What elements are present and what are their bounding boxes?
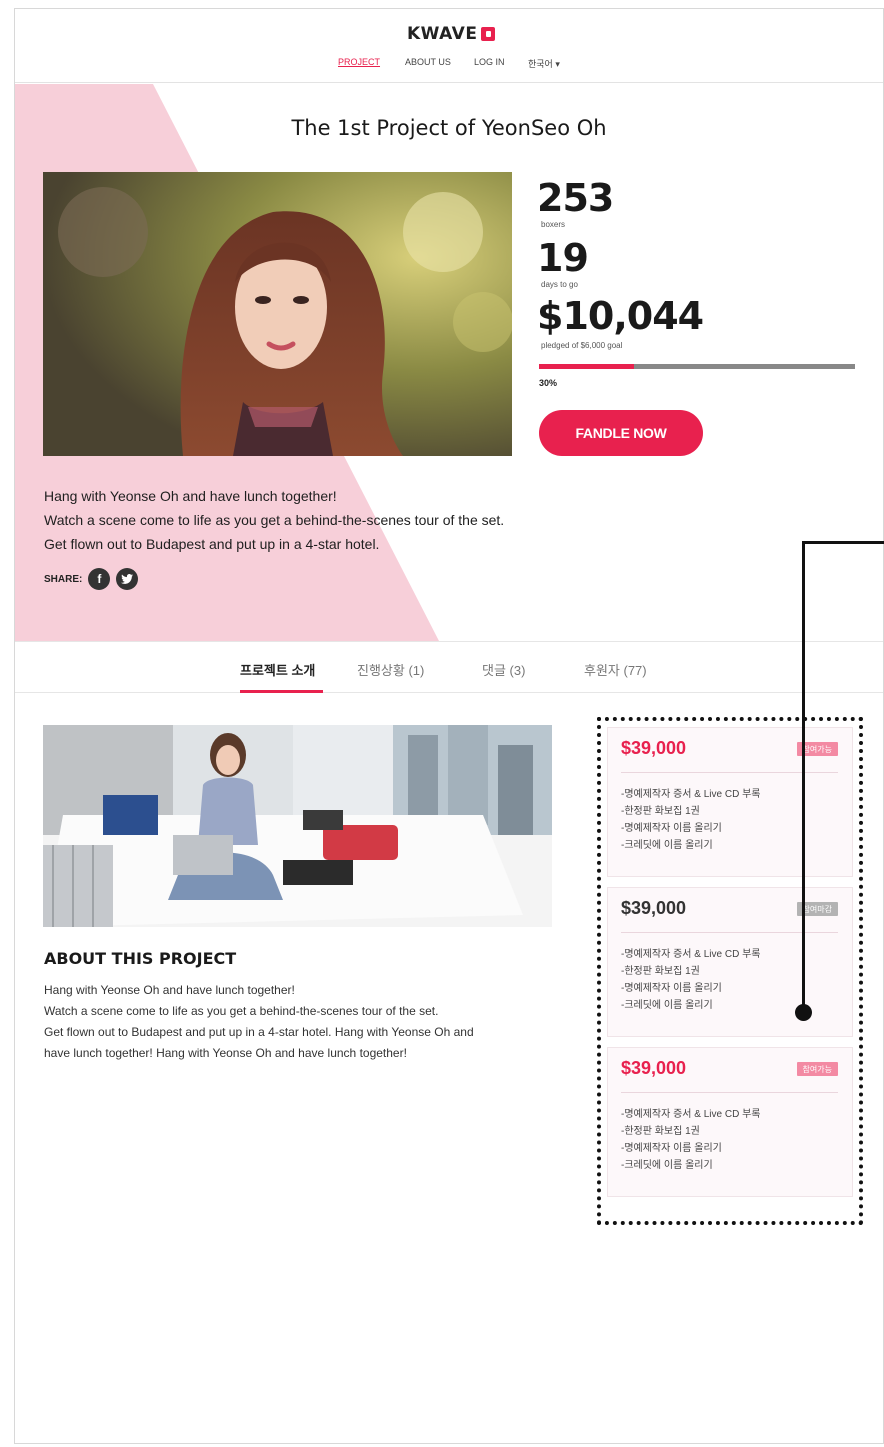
backers-label: boxers [541,220,566,229]
tab-backers[interactable]: 후원자 (77) [584,660,647,679]
share-bar: SHARE: f [44,568,139,590]
kwave-logo[interactable]: KWAVE [407,23,496,45]
twitter-icon[interactable] [116,568,139,590]
portrait-photo-illustration [43,172,512,456]
pledged-goal-label: pledged of $6,000 goal [541,341,623,350]
reward-card[interactable]: $39,000 참여가능 -명예제작자 증서 & Live CD 부록 -한정판… [607,727,853,877]
reward-item: -크레딧에 이름 올리기 [621,1160,713,1171]
nav-about-us[interactable]: ABOUT US [405,57,451,67]
backers-count: 253 [537,176,614,220]
reward-divider [621,932,838,933]
about-text-line: Get flown out to Budapest and put up in … [44,1025,474,1039]
main-nav: PROJECT ABOUT US LOG IN 한국어 ▾ [15,57,883,71]
about-project-text: Hang with Yeonse Oh and have lunch toget… [44,980,564,1064]
reward-items: -명예제작자 증서 & Live CD 부록 -한정판 화보집 1권 -명예제작… [621,786,760,854]
reward-card[interactable]: $39,000 참여마감 -명예제작자 증서 & Live CD 부록 -한정판… [607,887,853,1037]
nav-project[interactable]: PROJECT [338,57,380,67]
project-content-photo [43,725,552,927]
pledged-amount: $10,044 [537,294,704,338]
reward-price: $39,000 [621,898,687,918]
reward-item: -명예제작자 이름 올리기 [621,1143,722,1154]
reward-item: -명예제작자 이름 올리기 [621,823,722,834]
hotel-room-photo-illustration [43,725,552,927]
logo-text: KWAVE [407,24,478,44]
site-header: KWAVE PROJECT ABOUT US LOG IN 한국어 ▾ [15,9,883,83]
reward-item: -한정판 화보집 1권 [621,966,700,977]
project-hero-photo [43,172,512,456]
reward-items: -명예제작자 증서 & Live CD 부록 -한정판 화보집 1권 -명예제작… [621,1106,760,1174]
fandle-now-button[interactable]: FANDLE NOW [539,410,703,456]
days-to-go-count: 19 [537,236,589,280]
hero-description-line: Get flown out to Budapest and put up in … [44,536,380,552]
reward-item: -크레딧에 이름 올리기 [621,840,713,851]
reward-divider [621,772,838,773]
nav-log-in[interactable]: LOG IN [474,57,505,67]
rewards-list: $39,000 참여가능 -명예제작자 증서 & Live CD 부록 -한정판… [597,717,863,1225]
hero-description: Hang with Yeonse Oh and have lunch toget… [44,484,604,556]
hero-description-line: Hang with Yeonse Oh and have lunch toget… [44,488,337,504]
about-text-line: Hang with Yeonse Oh and have lunch toget… [44,983,295,997]
reward-item: -명예제작자 증서 & Live CD 부록 [621,949,761,960]
reward-item: -명예제작자 증서 & Live CD 부록 [621,789,761,800]
reward-item: -크레딧에 이름 올리기 [621,1000,713,1011]
project-title: The 1st Project of YeonSeo Oh [291,116,607,140]
days-to-go-label: days to go [541,280,578,289]
about-text-line: have lunch together! Hang with Yeonse Oh… [44,1046,407,1060]
logo-mark-icon [481,27,496,41]
about-project-title: ABOUT THIS PROJECT [44,949,237,968]
reward-item: -명예제작자 증서 & Live CD 부록 [621,1109,761,1120]
reward-card[interactable]: $39,000 참여가능 -명예제작자 증서 & Live CD 부록 -한정판… [607,1047,853,1197]
hero-description-line: Watch a scene come to life as you get a … [44,512,505,528]
tab-progress[interactable]: 진행상황 (1) [357,660,424,679]
reward-divider [621,1092,838,1093]
reward-status-badge: 참여가능 [796,1062,838,1076]
nav-language-select[interactable]: 한국어 ▾ [528,57,560,70]
project-tabs: 프로젝트 소개 진행상황 (1) 댓글 (3) 후원자 (77) [15,641,883,693]
about-text-line: Watch a scene come to life as you get a … [44,1004,439,1018]
annotation-line-vertical [802,541,805,1013]
annotation-dot [795,1004,812,1021]
reward-price: $39,000 [621,738,687,758]
active-tab-indicator [240,690,323,693]
annotation-line-horizontal [802,541,884,544]
tab-project-intro[interactable]: 프로젝트 소개 [240,660,315,679]
reward-item: -한정판 화보집 1권 [621,1126,700,1137]
reward-item: -명예제작자 이름 올리기 [621,983,722,994]
project-hero: The 1st Project of YeonSeo Oh 253 boxers… [15,84,883,641]
funding-progress-percent: 30% [539,378,558,388]
reward-item: -한정판 화보집 1권 [621,806,700,817]
reward-price: $39,000 [621,1058,687,1078]
funding-progress-fill [539,364,634,369]
reward-items: -명예제작자 증서 & Live CD 부록 -한정판 화보집 1권 -명예제작… [621,946,760,1014]
facebook-icon[interactable]: f [88,568,111,590]
funding-progress-bar [539,364,855,369]
tab-comments[interactable]: 댓글 (3) [482,660,525,679]
page-frame: KWAVE PROJECT ABOUT US LOG IN 한국어 ▾ The … [14,8,884,1444]
share-label: SHARE: [44,573,83,585]
